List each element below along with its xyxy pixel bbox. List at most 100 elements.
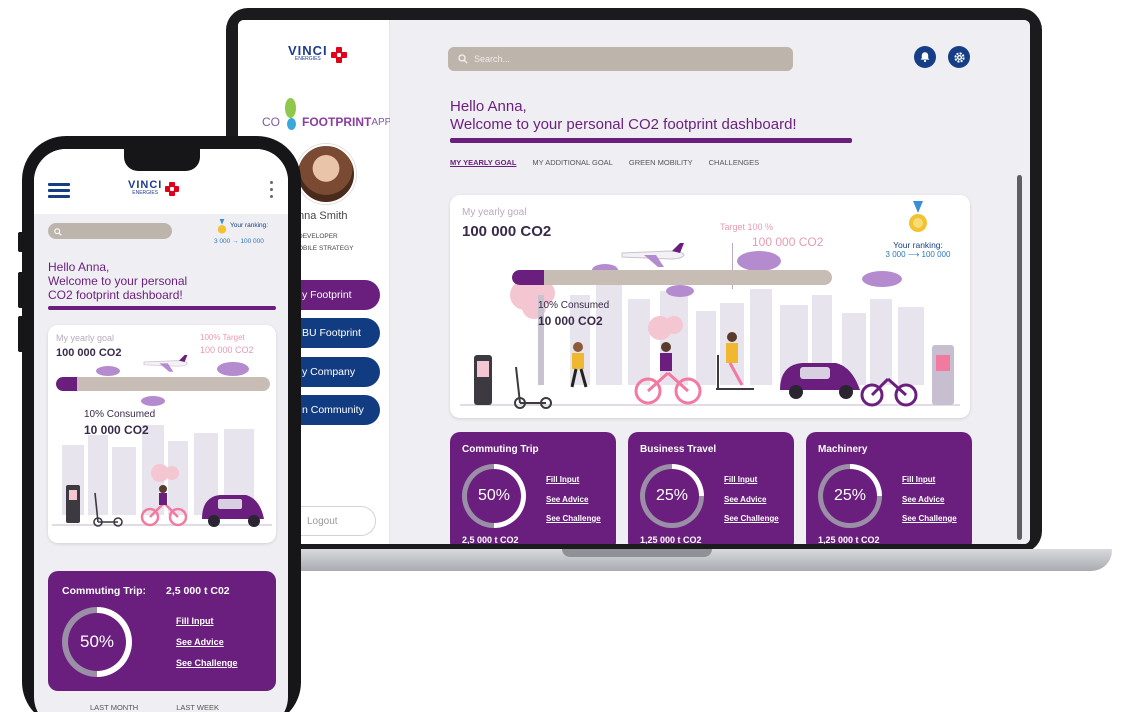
goal-value: 100 000 CO2 xyxy=(56,347,122,359)
card-title: Commuting Trip: xyxy=(62,585,146,597)
card-commuting-trip[interactable]: Commuting Trip 50% Fill Input See Advice… xyxy=(450,432,616,544)
card-title: Commuting Trip xyxy=(462,444,539,455)
ranking-values: 3 000 → 100 000 xyxy=(214,238,264,245)
consumed-value: 10 000 CO2 xyxy=(538,314,603,328)
consumed-label: 10% Consumed xyxy=(538,300,610,311)
fill-input-link[interactable]: Fill Input xyxy=(546,470,601,490)
greeting-underline xyxy=(450,138,852,143)
sidebar-item-label: y Company xyxy=(302,366,356,378)
bell-icon xyxy=(920,52,930,63)
user-role-line1: DEVELOPER xyxy=(298,233,338,240)
sidebar-item-label: n Community xyxy=(302,404,364,416)
greeting-line1: Hello Anna, xyxy=(48,260,110,274)
fill-input-link[interactable]: Fill Input xyxy=(176,611,238,632)
tab-last-month[interactable]: LAST MONTH xyxy=(90,703,138,712)
avatar[interactable] xyxy=(296,144,356,204)
vinci-logo[interactable]: VINCI ENERGIES xyxy=(288,44,347,64)
card-links: Fill Input See Advice See Challenge xyxy=(902,470,957,529)
medal-icon xyxy=(217,219,227,234)
user-role: DEVELOPER OBILE STRATEGY xyxy=(298,231,354,255)
card-machinery[interactable]: Machinery 25% Fill Input See Advice See … xyxy=(806,432,972,544)
search-input[interactable] xyxy=(48,223,172,239)
airplane-icon xyxy=(621,243,685,267)
target-value: 100 000 CO2 xyxy=(752,235,824,249)
logout-label: Logout xyxy=(307,515,338,527)
see-challenge-link[interactable]: See Challenge xyxy=(902,509,957,529)
footprint-app-logo: CO FOOTPRINT APP xyxy=(262,96,391,134)
see-advice-link[interactable]: See Advice xyxy=(546,490,601,510)
ranking-to: 100 000 xyxy=(240,238,264,245)
ranking-from: 3 000 xyxy=(214,238,231,245)
goal-tabs: MY YEARLY GOAL MY ADDITIONAL GOAL GREEN … xyxy=(450,158,759,167)
airplane-icon xyxy=(143,355,188,372)
logout-button[interactable]: Logout xyxy=(298,506,376,536)
card-business-travel[interactable]: Business Travel 25% Fill Input See Advic… xyxy=(628,432,794,544)
vinci-cross-icon xyxy=(330,47,347,63)
goal-progress-fill xyxy=(512,270,544,285)
card-links: Fill Input See Advice See Challenge xyxy=(546,470,601,529)
bottom-tabs: LAST MONTH LAST WEEK xyxy=(90,703,219,712)
card-commuting-trip[interactable]: Commuting Trip: 2,5 000 t C02 50% Fill I… xyxy=(48,571,276,691)
search-icon xyxy=(458,54,468,64)
ring-percent: 50% xyxy=(467,469,521,523)
vinci-logo-subtext: ENERGIES xyxy=(132,190,159,196)
tab-challenges[interactable]: CHALLENGES xyxy=(709,158,759,167)
sidebar-item-my-company[interactable]: y Company xyxy=(298,357,380,387)
ranking-to: 100 000 xyxy=(921,250,951,259)
sidebar-item-my-footprint[interactable]: y Footprint xyxy=(298,280,380,310)
greeting: Hello Anna, Welcome to your personal CO2… xyxy=(48,260,187,302)
vinci-logo[interactable]: VINCI ENERGIES xyxy=(128,179,180,197)
consumed-label: 10% Consumed xyxy=(84,409,156,420)
card-links: Fill Input See Advice See Challenge xyxy=(724,470,779,529)
see-advice-link[interactable]: See Advice xyxy=(724,490,779,510)
see-challenge-link[interactable]: See Challenge xyxy=(724,509,779,529)
more-vert-icon[interactable] xyxy=(270,181,274,199)
settings-button[interactable] xyxy=(948,46,970,68)
scrollbar[interactable] xyxy=(1017,175,1022,540)
fill-input-link[interactable]: Fill Input xyxy=(724,470,779,490)
laptop-hinge-notch xyxy=(562,549,712,557)
ranking-arrow: ⟶ xyxy=(907,250,920,259)
app-logo-main: FOOTPRINT xyxy=(302,115,372,129)
tab-green-mobility[interactable]: GREEN MOBILITY xyxy=(629,158,693,167)
hamburger-menu-icon[interactable] xyxy=(48,183,70,198)
ring-percent: 50% xyxy=(68,613,126,671)
goal-value: 100 000 CO2 xyxy=(462,223,552,240)
app-logo-prefix: CO xyxy=(262,115,280,129)
see-challenge-link[interactable]: See Challenge xyxy=(546,509,601,529)
see-advice-link[interactable]: See Advice xyxy=(902,490,957,510)
goal-progress-bar xyxy=(56,377,270,391)
tab-last-week[interactable]: LAST WEEK xyxy=(176,703,219,712)
tab-my-additional-goal[interactable]: MY ADDITIONAL GOAL xyxy=(532,158,612,167)
vinci-logo-text: VINCI xyxy=(128,179,163,191)
goal-progress-fill xyxy=(56,377,78,391)
app-logo-suffix: APP xyxy=(371,117,392,128)
progress-ring: 25% xyxy=(640,464,704,528)
ranking-arrow: → xyxy=(232,238,239,245)
search-input[interactable]: Search... xyxy=(448,47,793,71)
main-content: Search... Hello Anna, Welcome to your pe… xyxy=(390,20,1030,544)
ranking-widget: Your ranking: 3 000 ⟶ 100 000 xyxy=(870,201,966,259)
greeting-line2: Welcome to your personal xyxy=(48,274,188,288)
sidebar-item-community[interactable]: n Community xyxy=(298,395,380,425)
notifications-button[interactable] xyxy=(914,46,936,68)
see-challenge-link[interactable]: See Challenge xyxy=(176,653,238,674)
card-value: 2,5 000 t C02 xyxy=(166,585,230,597)
phone-screen: VINCI ENERGIES Your ranking: 3 000 → 100… xyxy=(34,149,288,712)
greeting-underline xyxy=(48,306,276,310)
medal-icon xyxy=(909,201,927,232)
vinci-cross-icon xyxy=(165,182,180,196)
sidebar-item-label: y Footprint xyxy=(302,289,352,301)
card-title: Machinery xyxy=(818,444,868,455)
see-advice-link[interactable]: See Advice xyxy=(176,632,238,653)
search-placeholder: Search... xyxy=(474,54,511,64)
sidebar-item-label: BU Footprint xyxy=(302,327,361,339)
goal-label: My yearly goal xyxy=(462,207,527,218)
card-value: 1,25 000 t CO2 xyxy=(640,535,702,544)
card-title: Business Travel xyxy=(640,444,717,455)
card-value: 1,25 000 t CO2 xyxy=(818,535,880,544)
tab-my-yearly-goal[interactable]: MY YEARLY GOAL xyxy=(450,158,516,167)
sidebar-item-bu-footprint[interactable]: BU Footprint xyxy=(298,318,380,348)
fill-input-link[interactable]: Fill Input xyxy=(902,470,957,490)
category-cards: Commuting Trip 50% Fill Input See Advice… xyxy=(450,432,972,544)
